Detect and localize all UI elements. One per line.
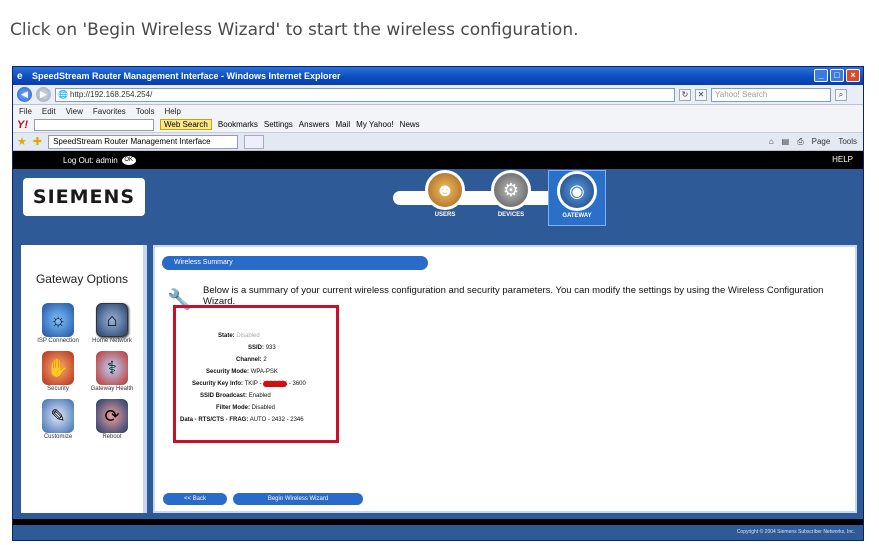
begin-wireless-wizard-button[interactable]: Begin Wireless Wizard [233,493,363,505]
ssid-row: SSID: 933 [248,345,276,351]
section-title: Wireless Summary [162,256,428,270]
window-title: SpeedStream Router Management Interface … [32,71,341,81]
menu-bar: File Edit View Favorites Tools Help [13,105,863,117]
security-key-row: Security Key Info: TKIP - XXXXXX - 3600 [192,381,306,387]
home-network-icon: ⌂ [96,303,128,337]
new-tab-button[interactable] [244,134,265,149]
option-label: Reboot [102,434,122,440]
yahoo-bookmarks[interactable]: Bookmarks [218,120,258,129]
option-isp-connection[interactable]: ☼ ISP Connection [33,303,83,345]
menu-edit[interactable]: Edit [42,107,56,116]
option-reboot[interactable]: ⟳ Reboot [87,399,137,441]
isp-connection-icon: ☼ [42,303,74,337]
state-row: State: Disabled [218,333,260,339]
menu-view[interactable]: View [66,107,83,116]
router-topbar: Log Out: admin OK HELP [13,151,863,169]
search-icon[interactable]: ⌕ [835,88,847,101]
menu-tools[interactable]: Tools [136,107,155,116]
gateway-options-panel: Gateway Options ☼ ISP Connection ⌂ Home … [21,245,147,513]
back-nav-icon[interactable]: ◀ [17,87,32,102]
close-icon[interactable]: × [846,69,860,82]
ssid-broadcast-row: SSID Broadcast: Enabled [200,393,271,399]
security-mode-row: Security Mode: WPA-PSK [206,369,278,375]
gateway-options-heading: Gateway Options [35,272,129,286]
forward-nav-icon[interactable]: ▶ [36,87,51,102]
nav-tab-users[interactable]: ☻ USERS [416,170,474,226]
option-label: Gateway Health [90,386,134,392]
stop-icon[interactable]: ✕ [695,88,707,101]
tools-menu[interactable]: Tools [838,137,857,147]
option-gateway-health[interactable]: ⚕ Gateway Health [87,351,137,393]
address-bar: ◀ ▶ http://192.168.254.254/ ↻ ✕ Yahoo! S… [13,85,863,105]
yahoo-logo-icon: Y! [17,118,28,131]
back-button[interactable]: << Back [163,493,227,505]
yahoo-mail[interactable]: Mail [335,120,350,129]
nav-tab-devices[interactable]: ⚙ DEVICES [482,170,540,226]
users-icon: ☻ [425,170,465,210]
page-menu[interactable]: Page [812,137,831,147]
reboot-icon: ⟳ [96,399,128,433]
yahoo-answers[interactable]: Answers [299,120,330,129]
yahoo-toolbar: Y! Web Search Bookmarks Settings Answers… [13,117,863,133]
menu-favorites[interactable]: Favorites [93,107,126,116]
help-link[interactable]: HELP [832,155,853,164]
option-label: Security [47,386,69,392]
feeds-icon[interactable]: ▤ [782,137,790,147]
channel-row: Channel: 2 [236,357,267,363]
nav-tab-gateway-label: GATEWAY [562,213,592,219]
yahoo-search-button[interactable]: Web Search [160,119,212,130]
option-security[interactable]: ✋ Security [33,351,83,393]
favorites-star-icon[interactable]: ★ [17,135,27,148]
intro-text: Below is a summary of your current wirel… [203,285,824,307]
siemens-logo: SIEMENS [23,178,145,216]
minimize-icon[interactable]: _ [814,69,828,82]
ie-logo-icon: e [17,70,23,82]
rts-row: Data - RTS/CTS - FRAG: AUTO - 2432 - 234… [180,417,304,423]
yahoo-settings[interactable]: Settings [264,120,293,129]
option-label: Customize [43,434,73,440]
redacted-key: XXXXXX [263,381,288,387]
router-nav: ☻ USERS ⚙ DEVICES ◉ GATEWAY [416,170,606,226]
window-titlebar: e SpeedStream Router Management Interfac… [13,67,863,85]
search-input[interactable]: Yahoo! Search [711,87,831,102]
yahoo-news[interactable]: News [400,120,420,129]
home-icon[interactable]: ⌂ [769,137,774,147]
option-customize[interactable]: ✎ Customize [33,399,83,441]
yahoo-search-input[interactable] [34,118,154,131]
instruction-text: Click on 'Begin Wireless Wizard' to star… [10,20,579,40]
option-label: ISP Connection [37,338,79,344]
option-label: Home Network [92,338,132,344]
browser-tab[interactable]: SpeedStream Router Management Interface [48,134,239,149]
refresh-icon[interactable]: ↻ [679,88,691,101]
router-footer: Copyright © 2004 Siemens Subscriber Netw… [13,525,863,540]
wireless-summary-box: State: Disabled SSID: 933 Channel: 2 Sec… [173,305,339,443]
devices-icon: ⚙ [491,170,531,210]
logout-link[interactable]: Log Out: admin [63,156,118,165]
security-icon: ✋ [42,351,74,385]
menu-help[interactable]: Help [164,107,180,116]
nav-tab-gateway[interactable]: ◉ GATEWAY [548,170,606,226]
add-favorite-icon[interactable]: ✚ [33,135,42,148]
router-main: SIEMENS ☻ USERS ⚙ DEVICES ◉ GATEWAY Gate… [13,169,863,540]
logout-badge[interactable]: OK [121,155,136,165]
customize-icon: ✎ [42,399,74,433]
filter-mode-row: Filter Mode: Disabled [216,405,276,411]
gateway-health-icon: ⚕ [96,351,128,385]
yahoo-my-yahoo[interactable]: My Yahoo! [356,120,394,129]
gateway-icon: ◉ [557,171,597,211]
browser-window: e SpeedStream Router Management Interfac… [12,66,864,541]
maximize-icon[interactable]: □ [830,69,844,82]
print-icon[interactable]: ⎙ [797,137,803,147]
url-input[interactable]: http://192.168.254.254/ [55,87,675,102]
wireless-summary-panel: Wireless Summary 🔧 Below is a summary of… [153,245,857,540]
option-home-network[interactable]: ⌂ Home Network [87,303,137,345]
menu-file[interactable]: File [19,107,32,116]
nav-tab-devices-label: DEVICES [497,212,525,218]
copyright-text: Copyright © 2004 Siemens Subscriber Netw… [736,529,855,535]
nav-tab-users-label: USERS [434,212,456,218]
favorites-bar: ★ ✚ SpeedStream Router Management Interf… [13,133,863,151]
